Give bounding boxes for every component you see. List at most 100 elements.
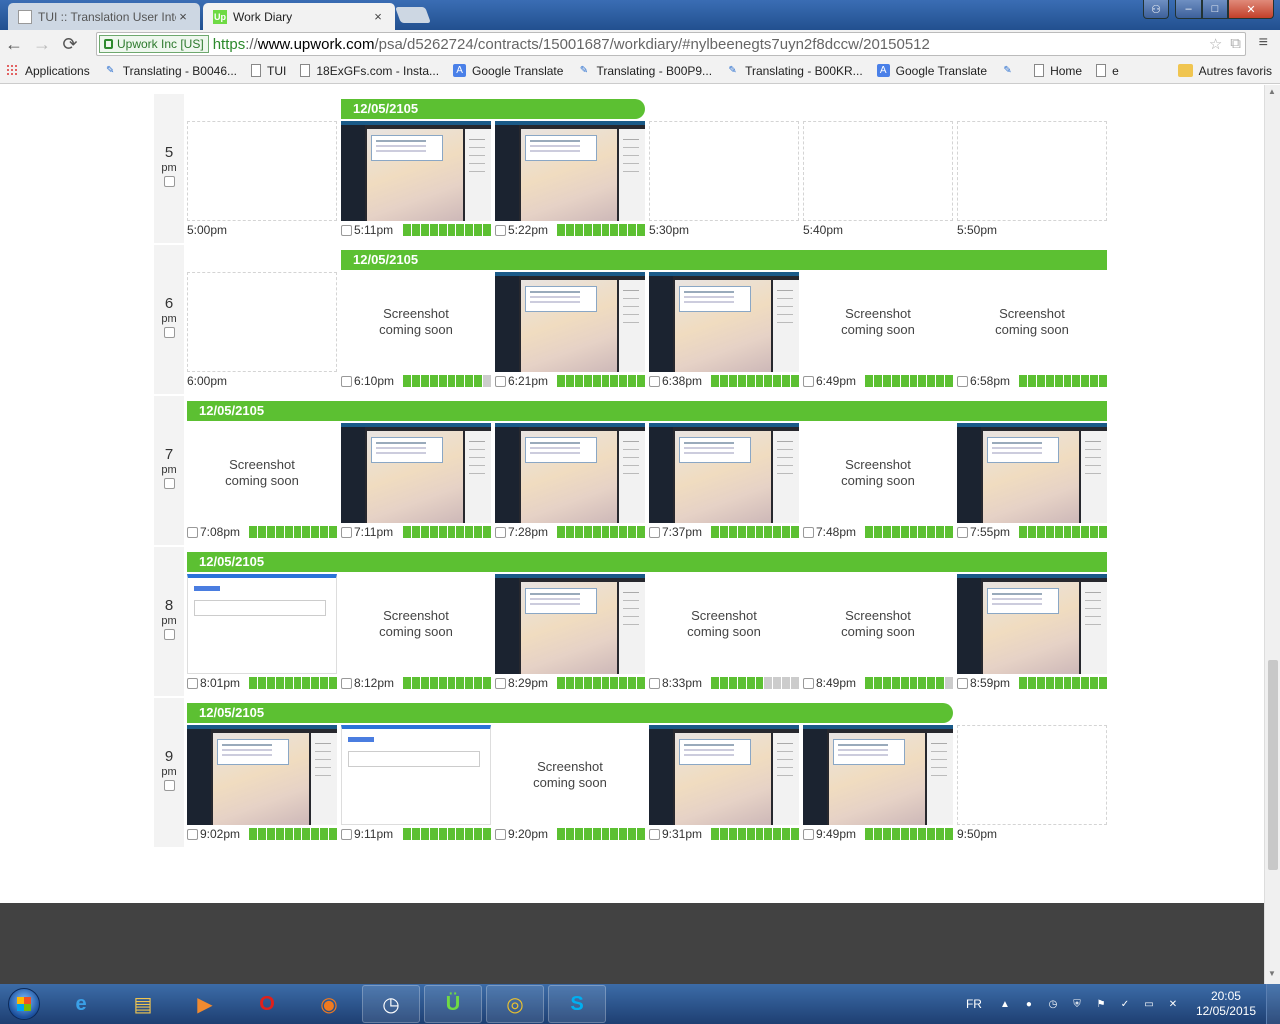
browser-menu-icon[interactable]: ≡: [1259, 34, 1268, 52]
screenshot-thumbnail[interactable]: [495, 121, 645, 221]
bookmark-item[interactable]: 18ExGFs.com - Insta...: [300, 64, 439, 78]
forward-icon[interactable]: →: [28, 34, 56, 55]
translate-page-icon[interactable]: ⧉: [1230, 35, 1241, 53]
select-hour-checkbox[interactable]: [163, 478, 175, 489]
select-slot-checkbox[interactable]: [803, 375, 814, 387]
bookmark-item[interactable]: Applications: [6, 64, 90, 78]
tab-work-diary[interactable]: Up Work Diary ×: [203, 3, 395, 30]
tray-clock-icon[interactable]: ◷: [1046, 997, 1060, 1011]
select-slot-checkbox[interactable]: [341, 375, 352, 387]
select-hour-checkbox[interactable]: [163, 327, 175, 338]
select-slot-checkbox[interactable]: [187, 526, 198, 538]
select-slot-checkbox[interactable]: [803, 526, 814, 538]
select-slot-checkbox[interactable]: [957, 677, 968, 689]
tab-translation-user-interface[interactable]: TUI :: Translation User Inte ×: [8, 3, 200, 30]
security-badge[interactable]: Upwork Inc [US]: [99, 35, 209, 53]
bookmark-item[interactable]: ✎ Translating - B00KR...: [726, 64, 862, 78]
select-slot-checkbox[interactable]: [957, 375, 968, 387]
select-slot-checkbox[interactable]: [649, 375, 660, 387]
upwork-tray-icon[interactable]: ✓: [1118, 997, 1132, 1011]
bookmark-star-icon[interactable]: ☆: [1209, 35, 1222, 53]
select-hour-checkbox[interactable]: [163, 176, 175, 187]
show-desktop-button[interactable]: [1266, 984, 1280, 1024]
select-slot-checkbox[interactable]: [341, 828, 352, 840]
select-slot-checkbox[interactable]: [649, 526, 660, 538]
select-slot-checkbox[interactable]: [495, 677, 506, 689]
select-slot-checkbox[interactable]: [495, 828, 506, 840]
address-bar[interactable]: Upwork Inc [US] https://www.upwork.com/p…: [96, 32, 1246, 56]
select-slot-checkbox[interactable]: [341, 677, 352, 689]
screenshot-thumbnail[interactable]: [957, 423, 1107, 523]
screenshot-thumbnail[interactable]: [957, 574, 1107, 674]
select-slot-checkbox[interactable]: [341, 224, 352, 236]
bookmark-item[interactable]: TUI: [251, 64, 286, 78]
screenshot-thumbnail[interactable]: [187, 574, 337, 674]
select-slot-checkbox[interactable]: [495, 224, 506, 236]
upwork-app-icon[interactable]: Ü: [424, 985, 482, 1023]
shield-icon[interactable]: ⛨: [1070, 997, 1084, 1011]
screenshot-thumbnail[interactable]: [495, 423, 645, 523]
bookmark-item[interactable]: ✎ Translating - B0046...: [104, 64, 237, 78]
screenshot-thumbnail[interactable]: [495, 272, 645, 372]
opera-icon[interactable]: O: [238, 985, 296, 1023]
select-hour-checkbox[interactable]: [163, 780, 175, 791]
bookmark-item[interactable]: ✎: [1001, 64, 1020, 77]
skype-icon[interactable]: S: [548, 985, 606, 1023]
clock-app-icon[interactable]: ◷: [362, 985, 420, 1023]
select-slot-checkbox[interactable]: [495, 375, 506, 387]
scroll-up-icon[interactable]: ▲: [1268, 87, 1276, 96]
screenshot-thumbnail[interactable]: [649, 272, 799, 372]
scroll-down-icon[interactable]: ▼: [1268, 969, 1276, 978]
close-tab-icon[interactable]: ×: [176, 9, 190, 24]
select-slot-checkbox[interactable]: [803, 677, 814, 689]
url-text[interactable]: https://www.upwork.com/psa/d5262724/cont…: [213, 36, 930, 53]
internet-explorer-icon[interactable]: e: [52, 985, 110, 1023]
screenshot-thumbnail[interactable]: [649, 423, 799, 523]
reload-icon[interactable]: ⟳: [56, 34, 84, 55]
start-button[interactable]: [0, 984, 48, 1024]
tray-app-icon[interactable]: ●: [1022, 997, 1036, 1011]
select-slot-checkbox[interactable]: [187, 677, 198, 689]
select-slot-checkbox[interactable]: [649, 828, 660, 840]
select-slot-checkbox[interactable]: [495, 526, 506, 538]
select-slot-checkbox[interactable]: [957, 526, 968, 538]
back-icon[interactable]: ←: [0, 34, 28, 55]
action-center-icon[interactable]: ⚑: [1094, 997, 1108, 1011]
minimize-button[interactable]: –: [1175, 0, 1202, 19]
language-indicator[interactable]: FR: [966, 997, 982, 1011]
bookmark-item[interactable]: e: [1096, 64, 1119, 78]
close-tab-icon[interactable]: ×: [371, 9, 385, 24]
activity-segment: [592, 526, 601, 538]
select-slot-checkbox[interactable]: [649, 677, 660, 689]
show-hidden-icons-icon[interactable]: ▲: [998, 997, 1012, 1011]
select-slot-checkbox[interactable]: [803, 828, 814, 840]
screenshot-thumbnail[interactable]: [341, 725, 491, 825]
select-slot-checkbox[interactable]: [187, 828, 198, 840]
volume-muted-icon[interactable]: ✕: [1166, 997, 1180, 1011]
bookmark-item[interactable]: A Google Translate: [876, 64, 987, 78]
network-icon[interactable]: ▭: [1142, 997, 1156, 1011]
page-scrollbar[interactable]: ▲ ▼: [1264, 85, 1280, 985]
screenshot-thumbnail[interactable]: [649, 725, 799, 825]
other-bookmarks[interactable]: Autres favoris: [1177, 64, 1272, 78]
close-window-button[interactable]: ✕: [1228, 0, 1274, 19]
file-explorer-icon[interactable]: ▤: [114, 985, 172, 1023]
firefox-icon[interactable]: ◉: [300, 985, 358, 1023]
new-tab-button[interactable]: [395, 7, 431, 23]
media-player-icon[interactable]: ▶: [176, 985, 234, 1023]
scrollbar-thumb[interactable]: [1268, 660, 1278, 870]
bookmark-item[interactable]: A Google Translate: [453, 64, 563, 78]
screenshot-thumbnail[interactable]: [341, 423, 491, 523]
system-clock[interactable]: 20:05 12/05/2015: [1196, 989, 1256, 1019]
maximize-button[interactable]: □: [1202, 0, 1228, 19]
user-profile-icon[interactable]: ⚇: [1143, 0, 1169, 19]
select-hour-checkbox[interactable]: [163, 629, 175, 640]
screenshot-thumbnail[interactable]: [803, 725, 953, 825]
bookmark-item[interactable]: ✎ Translating - B00P9...: [577, 64, 712, 78]
select-slot-checkbox[interactable]: [341, 526, 352, 538]
screenshot-thumbnail[interactable]: [341, 121, 491, 221]
bookmark-item[interactable]: Home: [1034, 64, 1082, 78]
screenshot-thumbnail[interactable]: [187, 725, 337, 825]
screenshot-thumbnail[interactable]: [495, 574, 645, 674]
chrome-icon[interactable]: ◎: [486, 985, 544, 1023]
